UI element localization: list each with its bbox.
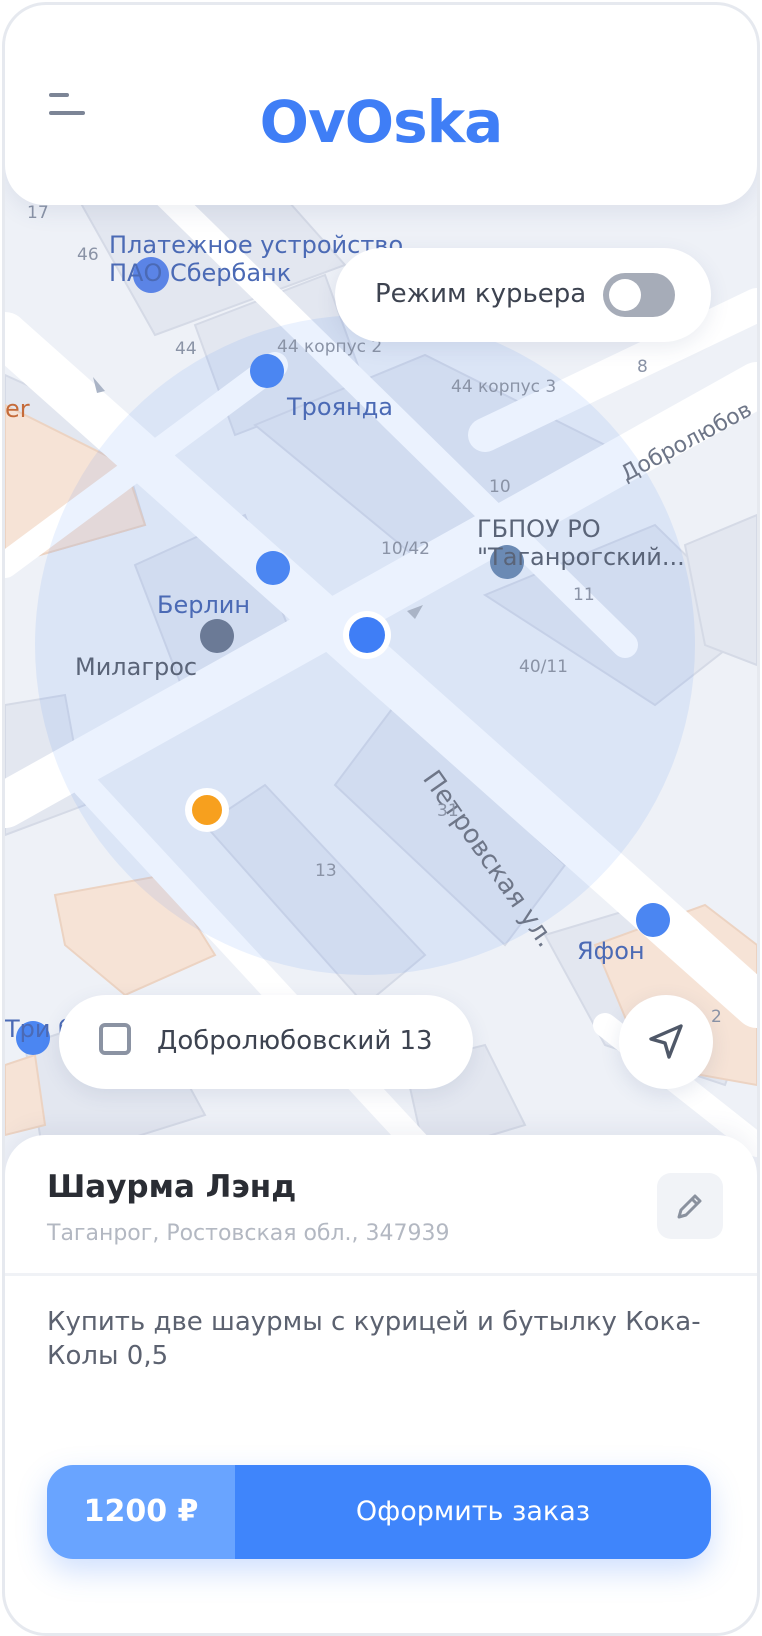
- building-number: 8: [637, 357, 648, 377]
- navigation-arrow-icon: [649, 1024, 683, 1059]
- poi-label: er: [5, 395, 30, 423]
- building-number: 46: [77, 245, 99, 265]
- poi-label[interactable]: Милагрос: [75, 653, 197, 681]
- courier-mode-label: Режим курьера: [375, 279, 587, 309]
- building-number: 44 корпус 2: [277, 337, 383, 357]
- switch-knob: [609, 279, 641, 311]
- locate-button[interactable]: [619, 995, 713, 1089]
- building-number: 2: [711, 1007, 722, 1027]
- place-name: Шаурма Лэнд: [47, 1169, 297, 1205]
- building-number: 11: [573, 585, 595, 605]
- building-number: 44 корпус 3: [451, 377, 557, 397]
- building-number: 44: [175, 339, 197, 359]
- building-number: 13: [315, 861, 337, 881]
- poi-label: "Таганрогский...: [477, 543, 685, 571]
- building-number: 31: [437, 801, 459, 821]
- poi-label[interactable]: Яфон: [577, 937, 645, 965]
- app-header: OvOska: [5, 5, 757, 205]
- poi-label: ПАО Сбербанк: [109, 259, 292, 287]
- address-pill[interactable]: Добролюбовский 13: [59, 995, 473, 1089]
- phone-frame: Платежное устройство ПАО Сбербанк Троянд…: [2, 2, 760, 1636]
- place-order-button[interactable]: Оформить заказ: [235, 1465, 711, 1559]
- poi-label[interactable]: Берлин: [157, 591, 250, 619]
- app-logo: OvOska: [259, 88, 504, 156]
- divider: [5, 1273, 757, 1276]
- order-note: Купить две шаурмы с курицей и бутылку Ко…: [47, 1307, 701, 1371]
- courier-mode-toggle-pill[interactable]: Режим курьера: [335, 248, 711, 342]
- place-address: Таганрог, Ростовская обл., 347939: [47, 1221, 450, 1246]
- poi-label: ГБПОУ РО: [477, 515, 601, 543]
- building-number: 10/42: [381, 539, 430, 559]
- address-text: Добролюбовский 13: [157, 1026, 433, 1056]
- address-checkbox[interactable]: [99, 1023, 131, 1055]
- building-number: 17: [27, 203, 49, 223]
- order-price: 1200 ₽: [47, 1465, 235, 1559]
- pencil-icon: [677, 1194, 702, 1219]
- order-bar: 1200 ₽ Оформить заказ: [47, 1465, 711, 1559]
- order-sheet: Шаурма Лэнд Таганрог, Ростовская обл., 3…: [5, 1135, 757, 1633]
- building-number: 10: [489, 477, 511, 497]
- edit-button[interactable]: [657, 1173, 723, 1239]
- courier-mode-switch[interactable]: [603, 273, 675, 317]
- building-number: 40/11: [519, 657, 568, 677]
- poi-label[interactable]: Троянда: [287, 393, 393, 421]
